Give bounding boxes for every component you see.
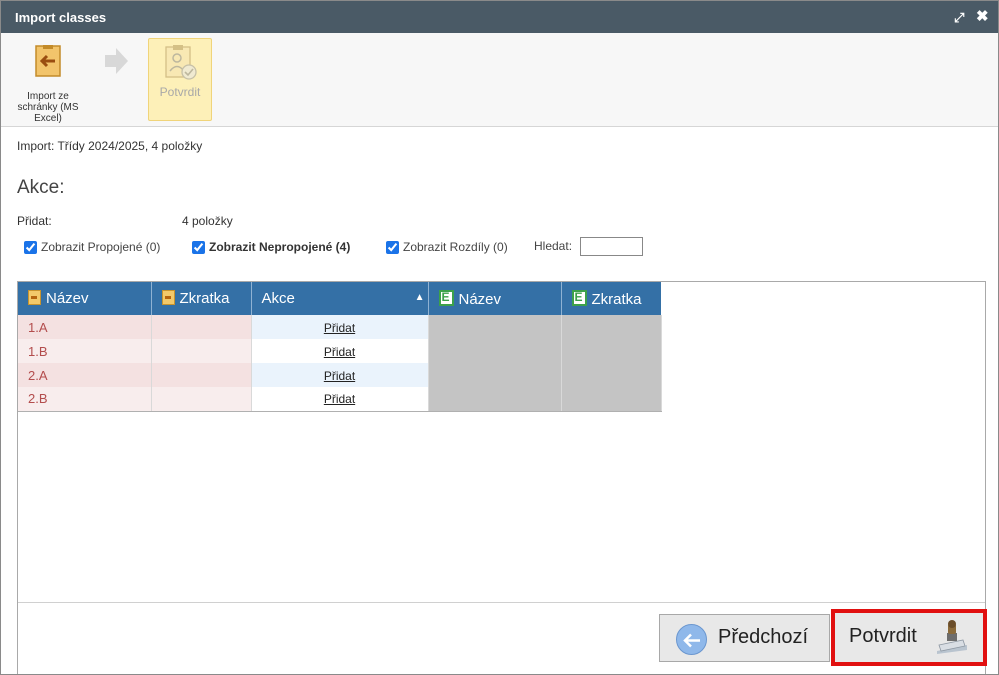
row-name: 1.A [18, 315, 152, 339]
table-row: 1.B Přidat [18, 339, 662, 363]
add-summary-label: Přidat: [17, 214, 52, 228]
row-target-abbr [561, 315, 662, 339]
row-name: 1.B [18, 339, 152, 363]
sort-ascending-icon[interactable]: ▲ [415, 292, 425, 303]
show-unlinked-check[interactable] [192, 240, 205, 254]
column-header-action[interactable]: Akce ▲ [251, 282, 429, 315]
row-target-name [428, 339, 562, 363]
column-header-label: Název [458, 290, 502, 308]
row-action-cell: Přidat [251, 339, 429, 363]
section-heading: Akce: [17, 177, 65, 198]
add-link[interactable]: Přidat [324, 321, 355, 335]
edookit-e-icon [571, 289, 587, 306]
confirm-label: Potvrdit [849, 625, 917, 647]
import-clipboard-label: Import ze schránky (MS Excel) [17, 91, 79, 124]
show-diffs-label: Zobrazit Rozdíly (0) [403, 240, 508, 254]
table-row: 2.A Přidat [18, 363, 662, 387]
import-dialog: Import classes ⤢ ✖ Import ze schránky (M… [0, 0, 999, 675]
column-header-label: Zkratka [591, 290, 642, 308]
arrow-right-icon [105, 48, 128, 74]
row-abbr [151, 387, 252, 412]
clipboard-confirm-icon [165, 45, 197, 80]
table-row: 1.A Přidat [18, 315, 662, 339]
edookit-e-icon [438, 289, 454, 306]
toolbar-confirm-button[interactable]: Potvrdit [148, 38, 212, 121]
previous-button[interactable]: Předchozí [659, 614, 830, 662]
add-link[interactable]: Přidat [324, 392, 355, 406]
row-target-abbr [561, 387, 662, 412]
clipboard-import-icon [35, 45, 61, 77]
maximize-icon[interactable]: ⤢ [954, 11, 968, 25]
row-abbr [151, 363, 252, 387]
footer-divider [18, 602, 985, 603]
title-bar: Import classes ⤢ ✖ [1, 1, 998, 33]
stamp-icon [937, 620, 967, 654]
column-header-source-abbr[interactable]: Zkratka [151, 282, 252, 315]
search-input[interactable] [580, 237, 643, 256]
import-clipboard-button[interactable]: Import ze schránky (MS Excel) [13, 41, 83, 124]
confirm-button[interactable]: Potvrdit [835, 613, 983, 662]
grid-header-row: Název Zkratka Akce ▲ Název Zkratka [18, 282, 661, 315]
show-unlinked-checkbox[interactable]: Zobrazit Nepropojené (4) [192, 238, 350, 256]
column-header-label: Akce [261, 290, 295, 307]
row-target-name [428, 363, 562, 387]
row-action-cell: Přidat [251, 315, 429, 339]
show-diffs-check[interactable] [386, 240, 399, 254]
previous-label: Předchozí [718, 626, 809, 648]
table-row: 2.B Přidat [18, 387, 662, 412]
row-name: 2.A [18, 363, 152, 387]
arrow-left-circle-icon [676, 624, 707, 655]
column-header-label: Zkratka [179, 290, 230, 307]
row-action-cell: Přidat [251, 363, 429, 387]
toolbar-confirm-label: Potvrdit [159, 85, 201, 99]
column-header-label: Název [46, 290, 89, 307]
toolbar: Import ze schránky (MS Excel) Potvrdit [1, 33, 998, 127]
row-target-name [428, 387, 562, 412]
column-header-target-name[interactable]: Název [428, 282, 562, 315]
add-summary-count: 4 položky [182, 214, 233, 228]
row-abbr [151, 339, 252, 363]
add-link[interactable]: Přidat [324, 345, 355, 359]
window-title: Import classes [15, 10, 107, 25]
column-header-source-name[interactable]: Název [18, 282, 152, 315]
show-linked-label: Zobrazit Propojené (0) [41, 240, 161, 254]
source-import-icon [161, 290, 175, 305]
row-action-cell: Přidat [251, 387, 429, 412]
show-linked-check[interactable] [24, 240, 37, 254]
row-target-abbr [561, 339, 662, 363]
import-grid: Název Zkratka Akce ▲ Název Zkratka [18, 282, 662, 412]
row-name: 2.B [18, 387, 152, 412]
show-diffs-checkbox[interactable]: Zobrazit Rozdíly (0) [386, 238, 508, 256]
row-target-name [428, 315, 562, 339]
source-import-icon [28, 290, 41, 305]
close-icon[interactable]: ✖ [976, 9, 990, 24]
import-info: Import: Třídy 2024/2025, 4 položky [17, 139, 203, 153]
add-link[interactable]: Přidat [324, 369, 355, 383]
search-label: Hledat: [534, 239, 573, 253]
next-step-icon [101, 45, 131, 79]
row-target-abbr [561, 363, 662, 387]
row-abbr [151, 315, 252, 339]
show-linked-checkbox[interactable]: Zobrazit Propojené (0) [24, 238, 160, 256]
column-header-target-abbr[interactable]: Zkratka [561, 282, 661, 315]
show-unlinked-label: Zobrazit Nepropojené (4) [209, 240, 351, 254]
